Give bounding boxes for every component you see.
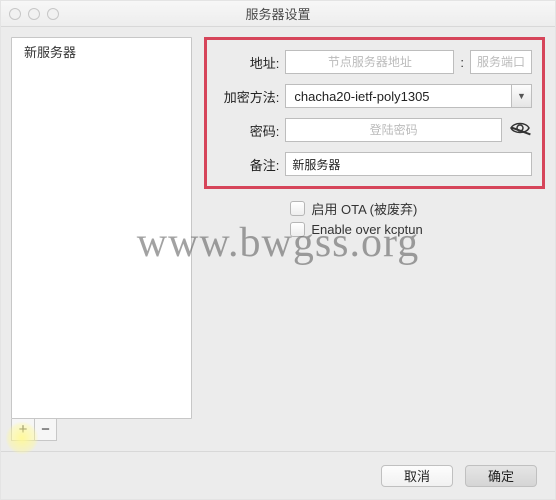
options: 启用 OTA (被废弃) Enable over kcptun: [290, 199, 545, 241]
address-port-colon: :: [460, 55, 464, 70]
remove-server-button[interactable]: −: [34, 419, 56, 440]
method-value: chacha20-ietf-poly1305: [286, 89, 511, 104]
kcptun-label: Enable over kcptun: [311, 222, 422, 237]
content: 新服务器 + − 地址: : 加密方法: chacha20-ietf-poly1…: [1, 27, 555, 451]
add-server-button[interactable]: +: [12, 419, 34, 440]
ota-label: 启用 OTA (被废弃): [311, 199, 417, 218]
main-panel: 地址: : 加密方法: chacha20-ietf-poly1305 ▼ 密码:: [204, 37, 545, 441]
list-controls: + −: [11, 419, 57, 441]
password-label: 密码:: [213, 121, 279, 140]
window-title: 服务器设置: [1, 4, 555, 23]
ok-button[interactable]: 确定: [465, 465, 537, 487]
method-label: 加密方法:: [213, 87, 279, 106]
address-row: 地址: :: [213, 50, 532, 74]
minimize-icon[interactable]: [28, 8, 40, 20]
remark-input[interactable]: [285, 152, 532, 176]
address-input[interactable]: [285, 50, 454, 74]
chevron-updown-icon: ▼: [511, 85, 531, 107]
remark-label: 备注:: [213, 155, 279, 174]
password-input[interactable]: [285, 118, 502, 142]
remark-row: 备注:: [213, 152, 532, 176]
method-select[interactable]: chacha20-ietf-poly1305 ▼: [285, 84, 532, 108]
ota-checkbox[interactable]: [290, 201, 305, 216]
footer: 取消 确定: [1, 451, 555, 499]
server-form-highlight: 地址: : 加密方法: chacha20-ietf-poly1305 ▼ 密码:: [204, 37, 545, 189]
sidebar: 新服务器 + −: [11, 37, 192, 441]
eye-slash-icon[interactable]: [508, 120, 532, 140]
kcptun-option: Enable over kcptun: [290, 222, 545, 237]
cancel-button[interactable]: 取消: [381, 465, 453, 487]
address-label: 地址:: [213, 53, 279, 72]
method-row: 加密方法: chacha20-ietf-poly1305 ▼: [213, 84, 532, 108]
titlebar: 服务器设置: [1, 1, 555, 27]
close-icon[interactable]: [9, 8, 21, 20]
port-input[interactable]: [470, 50, 532, 74]
ota-option: 启用 OTA (被废弃): [290, 199, 545, 218]
list-item[interactable]: 新服务器: [12, 38, 191, 65]
zoom-icon[interactable]: [47, 8, 59, 20]
window-controls: [9, 8, 59, 20]
server-list[interactable]: 新服务器: [11, 37, 192, 419]
password-row: 密码:: [213, 118, 532, 142]
kcptun-checkbox[interactable]: [290, 222, 305, 237]
